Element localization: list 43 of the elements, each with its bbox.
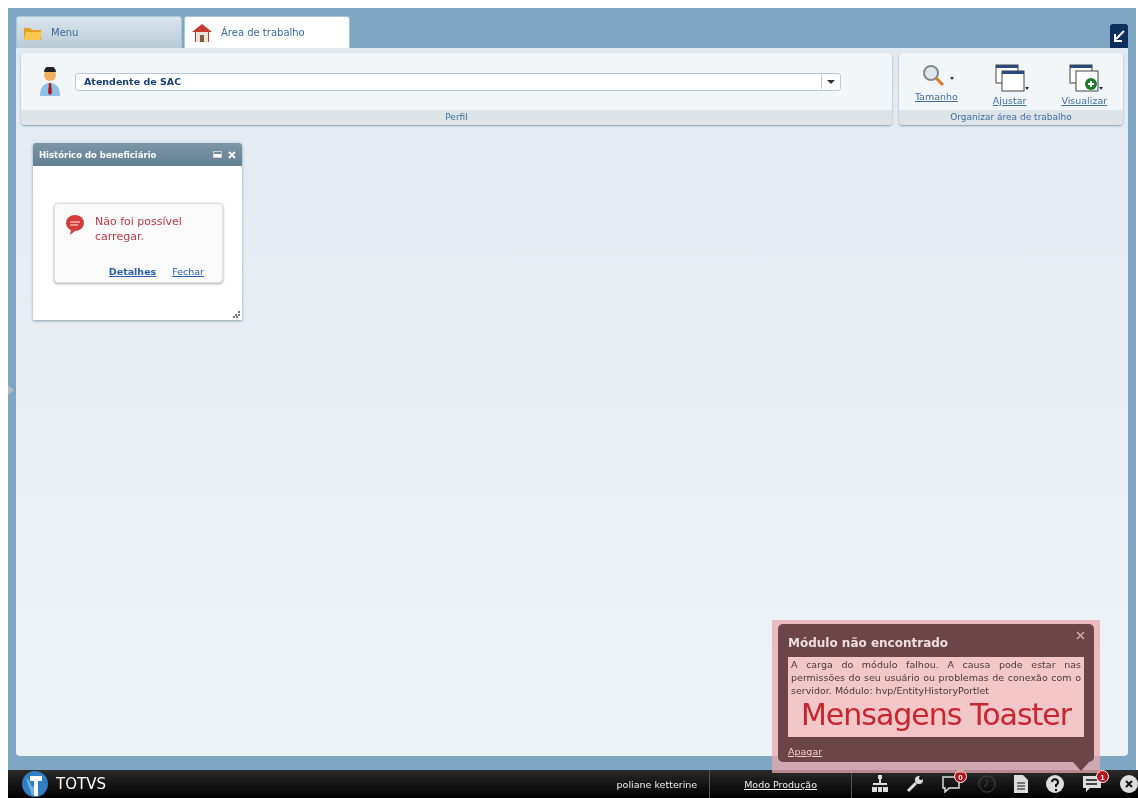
sitemap-icon — [872, 775, 888, 793]
toolbar-button[interactable]: Tamanho — [914, 63, 958, 106]
tab[interactable]: Área de trabalho — [184, 16, 350, 48]
status-button[interactable] — [872, 775, 888, 793]
globe-icon — [20, 770, 50, 798]
user-icon — [39, 66, 61, 97]
arrow-icon — [1113, 30, 1125, 42]
toaster-title: Módulo não encontrado — [788, 636, 949, 650]
close-icon[interactable] — [1076, 631, 1085, 640]
section-label: Perfil — [21, 110, 892, 125]
link[interactable]: Fechar — [172, 266, 204, 277]
help-icon — [1046, 775, 1064, 793]
toolbar-button[interactable]: Ajustar — [989, 63, 1030, 106]
toolbar-button[interactable]: Visualizar — [1061, 63, 1108, 106]
link[interactable]: Detalhes — [108, 266, 157, 277]
clear-link[interactable]: Apagar — [788, 746, 823, 757]
tab[interactable]: Menu — [16, 16, 182, 48]
portlet-title: Histórico do beneficiário — [39, 149, 158, 160]
minimize-icon[interactable] — [213, 151, 222, 158]
profile-dropdown[interactable]: Atendente de SAC — [75, 72, 841, 91]
expand-handle-icon[interactable] — [8, 385, 14, 395]
caret-icon — [827, 79, 835, 84]
status-button[interactable] — [1046, 775, 1064, 793]
house-icon — [191, 22, 213, 43]
brand-name: TOTVS — [56, 775, 106, 793]
resize-grip-icon[interactable] — [233, 311, 240, 318]
section-label: Organizar área de trabalho — [899, 110, 1123, 125]
mode-link[interactable]: Modo Produção — [710, 778, 851, 790]
comment-icon — [942, 775, 960, 793]
status-button[interactable] — [1014, 775, 1028, 793]
toaster-text: A carga do módulo falhou. A causa pode estar nas permissões do seu usuário ou problemas de conexão com o servidor. Módulo: hvp/EntityHistoryPortlet — [791, 658, 1081, 697]
error-message: Não foi possível carregar. — [95, 214, 183, 244]
speech-bubble-icon — [65, 214, 85, 236]
user-name: poliane ketterine — [616, 778, 699, 790]
wrench-icon — [906, 775, 924, 793]
document-icon — [1014, 775, 1028, 793]
status-button[interactable] — [1120, 775, 1138, 793]
status-button[interactable] — [906, 775, 924, 793]
clock-icon — [978, 775, 996, 793]
restore-button[interactable] — [1110, 24, 1128, 48]
close-icon — [1120, 775, 1138, 793]
annotation-label: Mensagens Toaster — [799, 697, 1073, 733]
message-list-icon — [1082, 775, 1102, 793]
